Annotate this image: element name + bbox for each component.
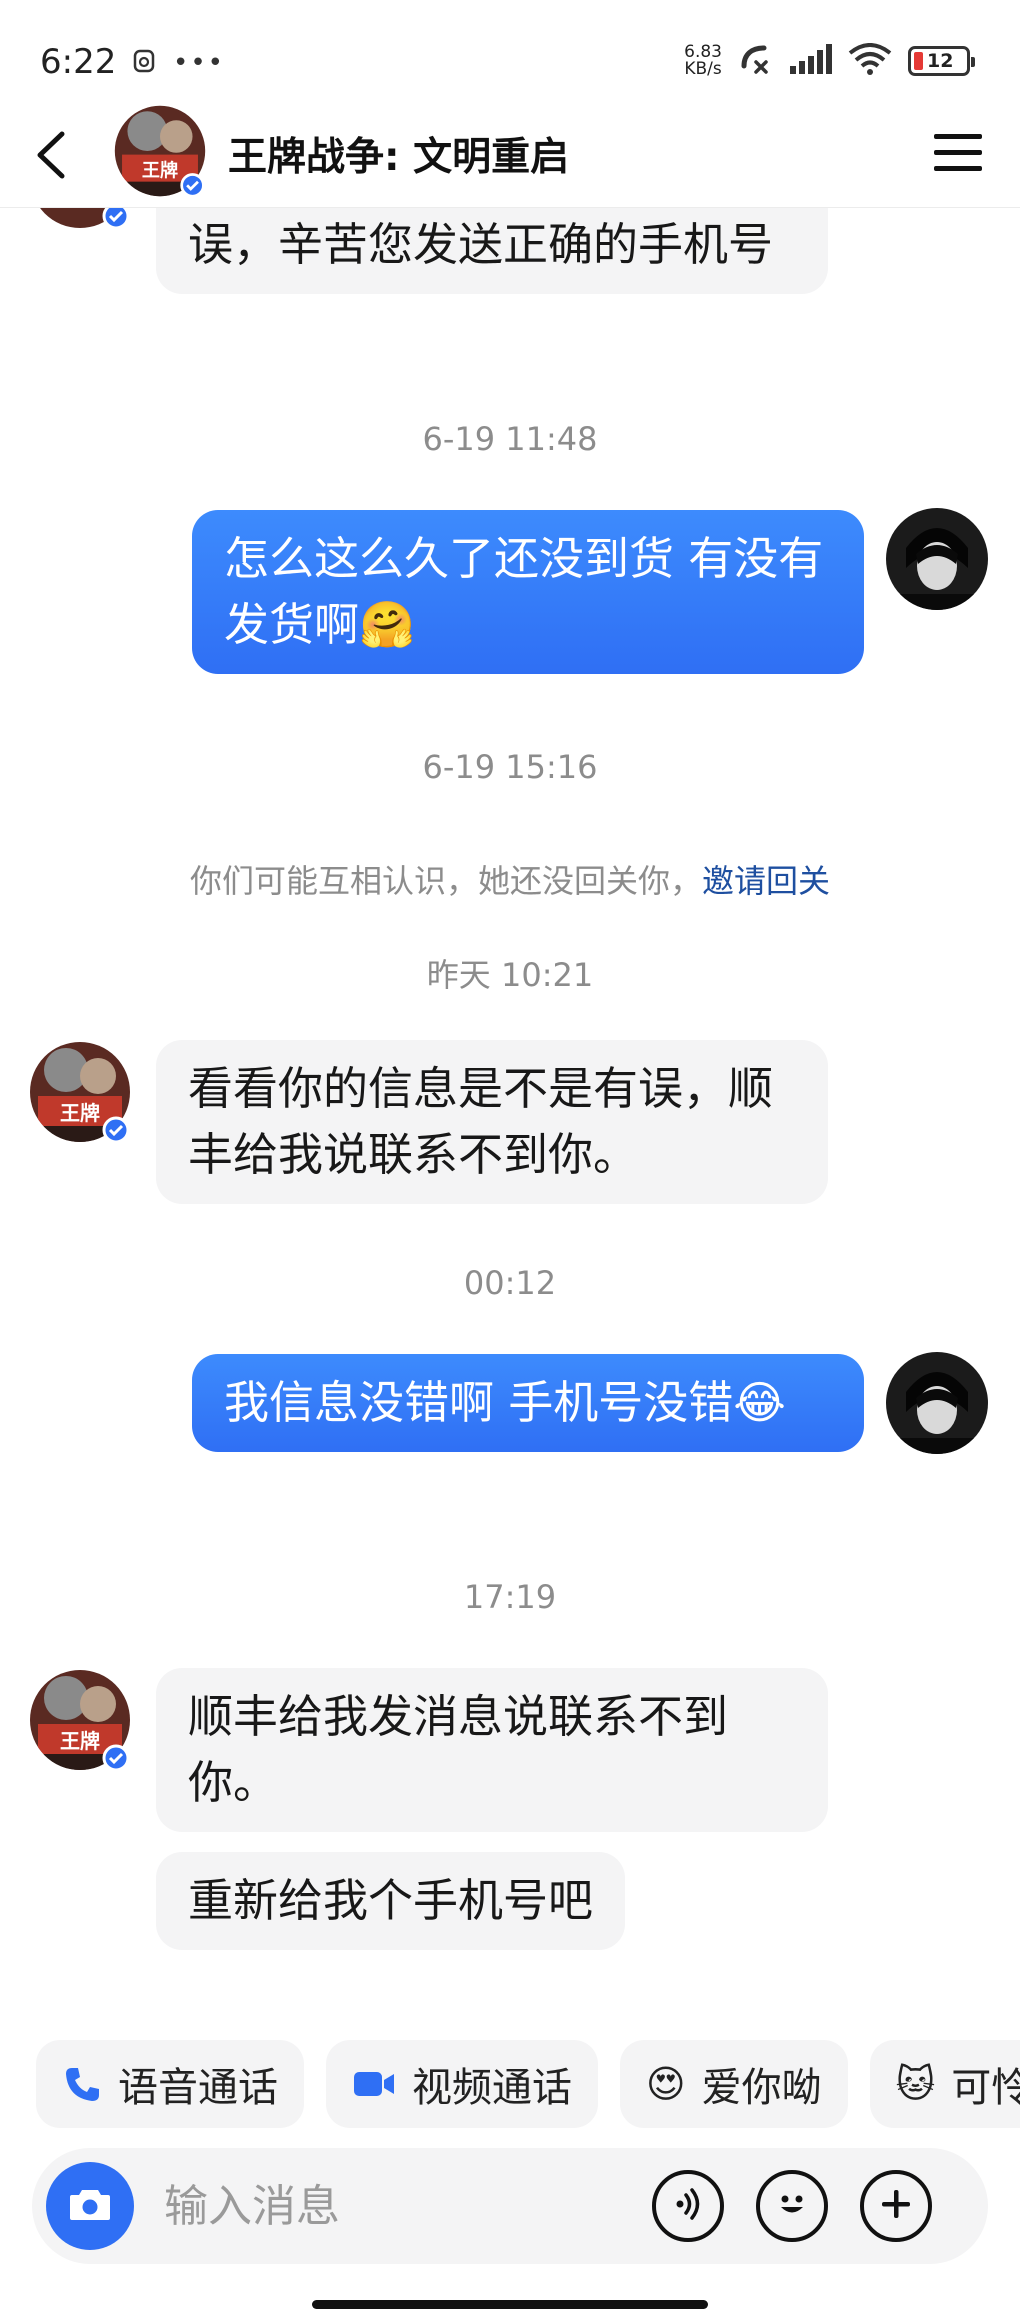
incoming-message[interactable]: 看看你的信息是不是有误，顺丰给我说联系不到你。 (156, 1040, 828, 1204)
signal-icon (788, 44, 832, 78)
camera-icon (68, 2186, 112, 2226)
voice-wave-icon (670, 2186, 706, 2226)
outgoing-message[interactable]: 怎么这么久了还没到货 有没有发货啊🤗 (192, 510, 864, 674)
notification-app-icon (133, 49, 155, 77)
more-options-button[interactable] (860, 2170, 932, 2242)
svg-text:王牌: 王牌 (142, 159, 178, 181)
video-camera-icon (352, 2066, 396, 2102)
voice-call-button[interactable]: 语音通话 (36, 2040, 304, 2128)
timestamp: 6-19 11:48 (422, 420, 598, 458)
header-avatar[interactable]: 王牌 (113, 104, 207, 198)
heart-eyes-emoji-icon: 😍 (646, 2062, 686, 2106)
phone-icon (62, 2064, 102, 2104)
camera-button[interactable] (46, 2162, 134, 2250)
quick-actions: 语音通话 视频通话 😍 爱你呦 🐱 可怜 (36, 2040, 1020, 2130)
chat-title: 王牌战争: 文明重启 (228, 135, 570, 180)
plus-icon (878, 2186, 914, 2226)
my-avatar[interactable] (886, 508, 988, 610)
voice-input-button[interactable] (652, 2170, 724, 2242)
menu-button[interactable] (932, 130, 984, 176)
love-you-sticker-button[interactable]: 😍 爱你呦 (620, 2040, 848, 2128)
incoming-message[interactable]: 重新给我个手机号吧 (156, 1852, 626, 1950)
status-bar: 6:22 ••• 6.83 KB/s 12 (0, 0, 1020, 110)
status-right-icons: 6.83 KB/s 12 (684, 42, 975, 80)
outgoing-message[interactable]: 我信息没错啊 手机号没错😂 (192, 1354, 864, 1452)
battery-icon: 12 (908, 46, 975, 76)
more-notifications-dots: ••• (173, 48, 226, 78)
svg-text:王牌: 王牌 (60, 1729, 100, 1753)
back-button[interactable] (28, 128, 78, 182)
contact-avatar[interactable]: 王牌 (28, 1040, 132, 1144)
pitiful-sticker-button[interactable]: 🐱 可怜 (869, 2040, 1020, 2128)
incoming-message[interactable]: 顺丰给我发消息说联系不到你。 (156, 1668, 828, 1832)
contact-avatar[interactable]: 王牌 (28, 1668, 132, 1772)
follow-back-notice: 你们可能互相认识，她还没回关你，邀请回关 (189, 862, 831, 900)
svg-text:王牌: 王牌 (60, 1101, 100, 1125)
call-off-icon (738, 42, 772, 80)
timestamp: 17:19 (463, 1578, 557, 1616)
my-avatar[interactable] (886, 1352, 988, 1454)
chat-header: 王牌 王牌战争: 文明重启 (0, 100, 1020, 208)
home-indicator[interactable] (312, 2300, 708, 2309)
network-speed: 6.83 KB/s (684, 42, 722, 79)
invite-follow-back-link[interactable]: 邀请回关 (702, 862, 830, 900)
wifi-icon (848, 43, 892, 79)
status-left-icons: ••• (133, 48, 225, 78)
smiley-icon (772, 2184, 812, 2228)
pleading-cat-emoji-icon: 🐱 (895, 2062, 936, 2106)
emoji-button[interactable] (756, 2170, 828, 2242)
status-time: 6:22 (40, 42, 117, 82)
message-input[interactable] (164, 2176, 664, 2236)
timestamp: 昨天 10:21 (426, 956, 594, 994)
video-call-button[interactable]: 视频通话 (326, 2040, 598, 2128)
message-input-bar (32, 2148, 988, 2264)
timestamp: 6-19 15:16 (422, 748, 598, 786)
timestamp: 00:12 (463, 1264, 557, 1302)
